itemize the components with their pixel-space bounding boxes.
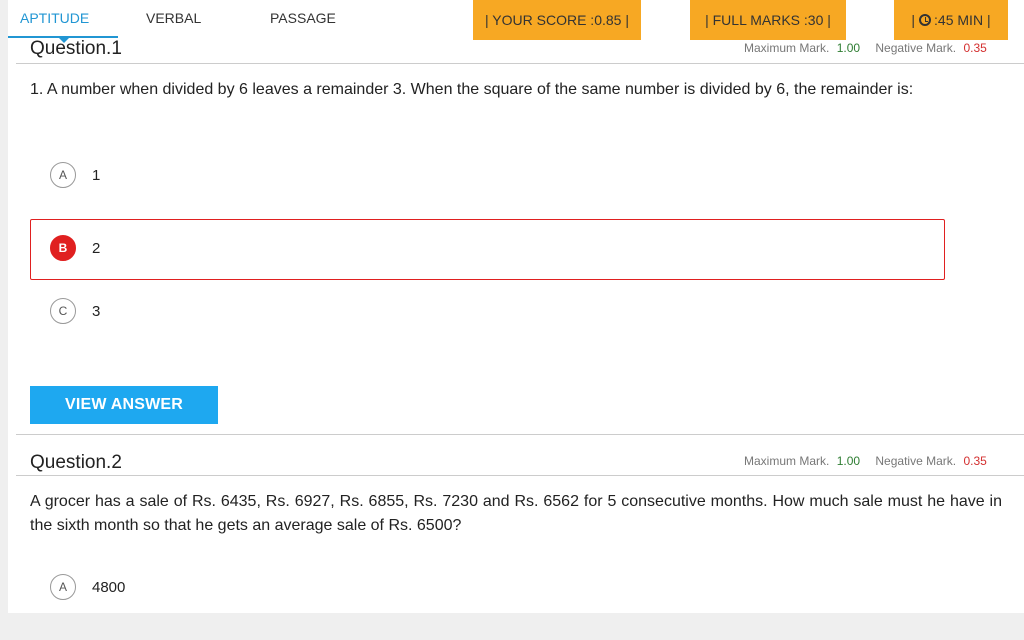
option-b-text: 2 <box>92 239 101 257</box>
divider <box>16 434 1024 435</box>
option-b-circle[interactable]: B <box>50 235 76 261</box>
option-a[interactable]: A 4800 <box>50 574 125 600</box>
question-2-marks: Maximum Mark. 1.00 Negative Mark. 0.35 <box>744 454 987 468</box>
selected-option-box[interactable] <box>30 219 945 280</box>
neg-mark-value: 0.35 <box>963 454 987 468</box>
timer-prefix: | <box>911 12 916 28</box>
max-mark-value: 1.00 <box>836 41 861 55</box>
question-2-title: Question.2 <box>30 452 122 473</box>
score-label: | YOUR SCORE :0.85 | <box>485 12 629 28</box>
option-b[interactable]: B 2 <box>50 235 100 261</box>
option-a-circle[interactable]: A <box>50 162 76 188</box>
divider <box>16 475 1024 476</box>
tab-aptitude[interactable]: APTITUDE <box>20 10 89 26</box>
option-c-text: 3 <box>92 302 101 320</box>
max-mark-value: 1.00 <box>836 454 861 468</box>
full-marks-badge: | FULL MARKS :30 | <box>690 0 846 40</box>
tab-verbal[interactable]: VERBAL <box>146 10 201 26</box>
max-mark-label: Maximum Mark. <box>744 454 830 468</box>
option-a-text: 1 <box>92 166 101 184</box>
neg-mark-label: Negative Mark. <box>875 41 957 55</box>
divider <box>16 63 1024 64</box>
max-mark-label: Maximum Mark. <box>744 41 830 55</box>
clock-icon <box>919 14 932 26</box>
neg-mark-label: Negative Mark. <box>875 454 957 468</box>
timer-label: :45 MIN | <box>934 12 991 28</box>
question-1-text: 1. A number when divided by 6 leaves a r… <box>30 81 914 98</box>
option-a[interactable]: A 1 <box>50 162 100 188</box>
neg-mark-value: 0.35 <box>963 41 987 55</box>
full-marks-label: | FULL MARKS :30 | <box>705 12 831 28</box>
option-a-text: 4800 <box>92 578 126 596</box>
option-a-circle[interactable]: A <box>50 574 76 600</box>
timer-badge: | :45 MIN | <box>894 0 1008 40</box>
score-badge: | YOUR SCORE :0.85 | <box>473 0 641 40</box>
question-2-text: A grocer has a sale of Rs. 6435, Rs. 692… <box>30 493 1002 534</box>
question-1-title: Question.1 <box>30 38 122 59</box>
option-c-circle[interactable]: C <box>50 298 76 324</box>
page: APTITUDE VERBAL PASSAGE | YOUR SCORE :0.… <box>8 0 1024 613</box>
tab-passage[interactable]: PASSAGE <box>270 10 336 26</box>
option-c[interactable]: C 3 <box>50 298 100 324</box>
view-answer-button[interactable]: VIEW ANSWER <box>30 386 218 424</box>
question-1-marks: Maximum Mark. 1.00 Negative Mark. 0.35 <box>744 41 987 55</box>
